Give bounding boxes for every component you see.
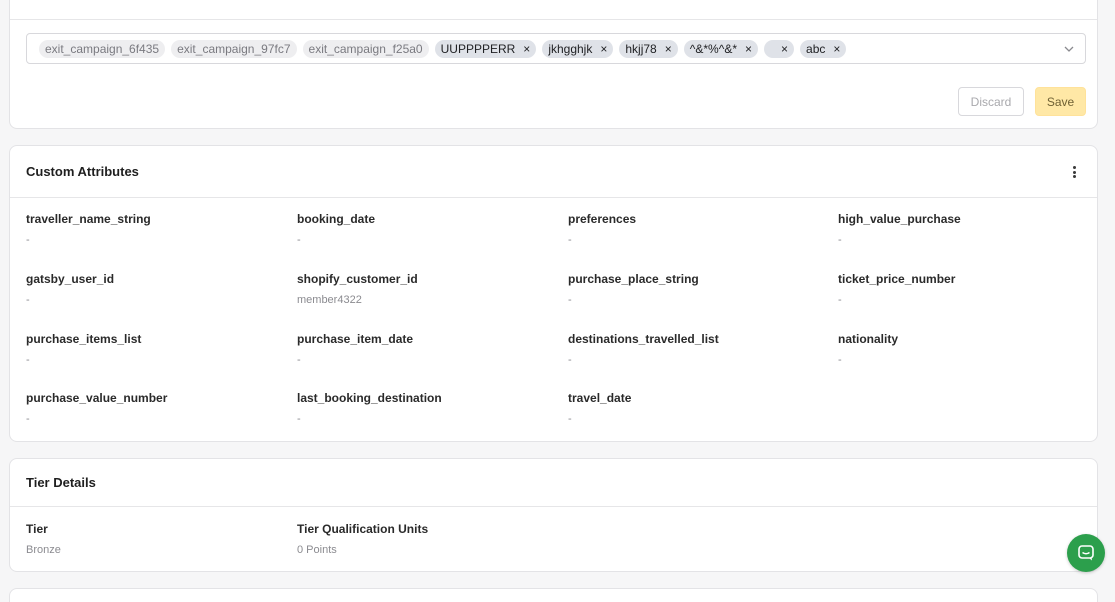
attribute-key: ticket_price_number <box>838 272 956 286</box>
attribute-value: - <box>838 234 842 246</box>
attribute-key: traveller_name_string <box>26 212 151 226</box>
tag-custom: hkjj78 × <box>619 39 678 58</box>
attribute-item: traveller_name_string - <box>26 212 286 246</box>
tag-system: exit_campaign_97fc7 <box>171 39 297 58</box>
tags-multiselect[interactable]: exit_campaign_6f435 exit_campaign_97fc7 … <box>26 33 1086 64</box>
attribute-key: high_value_purchase <box>838 212 961 226</box>
custom-attributes-card: Custom Attributes traveller_name_string -… <box>9 145 1098 442</box>
tags-card: exit_campaign_6f435 exit_campaign_97fc7 … <box>9 0 1098 129</box>
tag-custom: ^&*%^&* × <box>683 39 759 58</box>
attribute-value: - <box>297 413 301 425</box>
attribute-key: purchase_items_list <box>26 332 142 346</box>
next-card <box>9 588 1098 602</box>
attribute-value: member4322 <box>297 294 362 306</box>
attribute-item: purchase_item_date - <box>297 332 557 366</box>
attribute-item: purchase_place_string - <box>568 272 828 306</box>
attribute-key: shopify_customer_id <box>297 272 418 286</box>
attribute-key: purchase_place_string <box>568 272 699 286</box>
tag-system: exit_campaign_6f435 <box>39 39 166 58</box>
remove-tag-icon[interactable]: × <box>745 42 752 56</box>
more-vertical-icon[interactable] <box>1071 164 1077 180</box>
attribute-value: - <box>26 294 30 306</box>
attribute-item: preferences - <box>568 212 828 246</box>
section-title: Tier Details <box>26 475 96 490</box>
attribute-value: - <box>568 413 572 425</box>
attribute-item: nationality - <box>838 332 1098 366</box>
attribute-key: purchase_value_number <box>26 391 168 405</box>
attribute-item: gatsby_user_id - <box>26 272 286 306</box>
card-header: Tier Details <box>10 459 1097 507</box>
tier-label: Tier <box>26 522 48 536</box>
divider <box>10 19 1097 20</box>
tag-label: hkjj78 <box>625 41 657 56</box>
attribute-value: - <box>568 294 572 306</box>
tier-item: Tier Bronze <box>26 522 286 556</box>
attribute-key: destinations_travelled_list <box>568 332 719 346</box>
attribute-value: - <box>568 354 572 366</box>
attribute-key: last_booking_destination <box>297 391 442 405</box>
attribute-item: high_value_purchase - <box>838 212 1098 246</box>
section-title: Custom Attributes <box>26 164 139 179</box>
tier-units-label: Tier Qualification Units <box>297 522 429 536</box>
attribute-item: ticket_price_number - <box>838 272 1098 306</box>
tier-units-value: 0 Points <box>297 544 337 556</box>
tag-label: abc <box>806 41 826 56</box>
attribute-key: gatsby_user_id <box>26 272 115 286</box>
attribute-item: purchase_items_list - <box>26 332 286 366</box>
attribute-key: purchase_item_date <box>297 332 414 346</box>
tag-system: exit_campaign_f25a0 <box>302 39 429 58</box>
tier-value: Bronze <box>26 544 61 556</box>
remove-tag-icon[interactable]: × <box>523 42 530 56</box>
discard-button[interactable]: Discard <box>958 87 1024 116</box>
tag-custom: abc × <box>800 39 847 58</box>
tag-custom: UUPPPPERR × <box>434 39 537 58</box>
attribute-key: nationality <box>838 332 899 346</box>
attribute-value: - <box>297 234 301 246</box>
attribute-key: travel_date <box>568 391 632 405</box>
tag-label: jkhgghjk <box>548 41 593 56</box>
attribute-value: - <box>838 354 842 366</box>
tag-label: ^&*%^&* <box>689 41 738 56</box>
attribute-item: destinations_travelled_list - <box>568 332 828 366</box>
card-header: Custom Attributes <box>10 146 1097 198</box>
attribute-value: - <box>568 234 572 246</box>
attribute-value: - <box>26 354 30 366</box>
tag-custom: × <box>764 39 795 58</box>
attribute-value: - <box>26 413 30 425</box>
attribute-value: - <box>26 234 30 246</box>
attribute-key: booking_date <box>297 212 376 226</box>
remove-tag-icon[interactable]: × <box>833 42 840 56</box>
attribute-item: last_booking_destination - <box>297 391 557 425</box>
attribute-item: shopify_customer_id member4322 <box>297 272 557 306</box>
remove-tag-icon[interactable]: × <box>665 42 672 56</box>
attribute-item: purchase_value_number - <box>26 391 286 425</box>
tag-custom: jkhgghjk × <box>542 39 614 58</box>
attribute-key: preferences <box>568 212 637 226</box>
attribute-value: - <box>297 354 301 366</box>
tag-label: UUPPPPERR <box>440 41 516 56</box>
chevron-down-icon[interactable] <box>1061 41 1077 57</box>
save-button[interactable]: Save <box>1035 87 1086 116</box>
remove-tag-icon[interactable]: × <box>781 42 788 56</box>
remove-tag-icon[interactable]: × <box>600 42 607 56</box>
attribute-item: travel_date - <box>568 391 828 425</box>
tier-details-card: Tier Details Tier Bronze Tier Qualificati… <box>9 458 1098 572</box>
tier-units-item: Tier Qualification Units 0 Points <box>297 522 557 556</box>
chat-icon[interactable] <box>1067 534 1105 572</box>
attribute-item: booking_date - <box>297 212 557 246</box>
attribute-value: - <box>838 294 842 306</box>
